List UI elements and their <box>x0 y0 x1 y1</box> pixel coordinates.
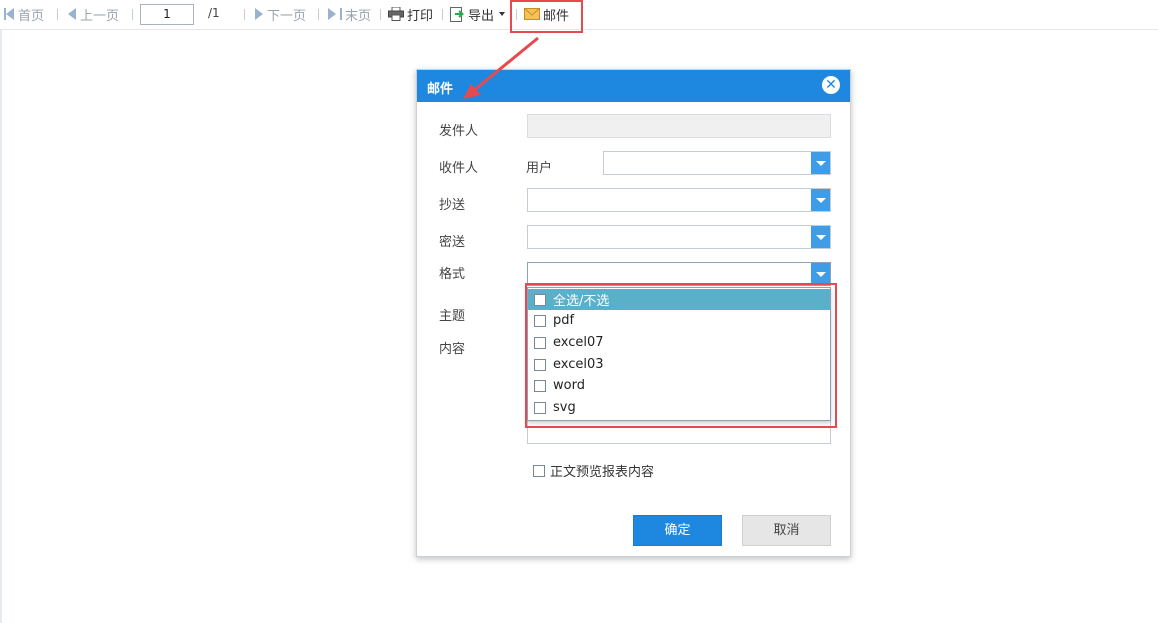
recipient-type-label: 用户 <box>526 161 553 176</box>
toolbar-separator <box>318 9 319 20</box>
toolbar-separator <box>132 9 133 20</box>
mail-button-highlight <box>510 0 583 33</box>
next-page-button[interactable]: 下一页 <box>255 4 306 24</box>
last-page-icon <box>328 8 336 20</box>
format-label: 格式 <box>439 267 466 282</box>
sender-field <box>527 114 831 138</box>
toolbar-separator <box>442 9 443 20</box>
preview-option[interactable]: 正文预览报表内容 <box>533 461 654 480</box>
page-total: /1 <box>208 6 220 20</box>
chevron-down-icon[interactable] <box>811 263 830 285</box>
first-page-icon <box>6 8 14 20</box>
close-icon[interactable]: ✕ <box>822 76 840 94</box>
prev-page-label: 上一页 <box>80 8 120 24</box>
cc-combo[interactable] <box>527 188 831 212</box>
first-page-button[interactable]: 首页 <box>4 4 44 24</box>
chevron-down-icon[interactable] <box>811 152 830 174</box>
print-label: 打印 <box>407 8 434 24</box>
bcc-label: 密送 <box>439 235 466 250</box>
last-page-label: 末页 <box>345 8 372 24</box>
subject-label: 主题 <box>439 309 466 324</box>
last-page-bar-icon <box>340 8 342 20</box>
export-label: 导出 <box>468 8 495 24</box>
preview-label: 正文预览报表内容 <box>550 465 655 480</box>
chevron-down-icon[interactable] <box>811 189 830 211</box>
last-page-button[interactable]: 末页 <box>328 4 371 24</box>
first-page-label: 首页 <box>18 8 45 24</box>
mail-dialog: 邮件 ✕ 发件人 收件人 用户 抄送 密送 格式 主题 内容 全选/不选 pdf… <box>416 69 851 557</box>
content-label: 内容 <box>439 342 466 357</box>
print-button[interactable]: 打印 <box>388 4 433 24</box>
toolbar-separator <box>244 9 245 20</box>
toolbar-separator <box>57 9 58 20</box>
printer-icon <box>388 6 404 21</box>
confirm-button[interactable]: 确定 <box>633 515 722 546</box>
toolbar-separator <box>380 9 381 20</box>
prev-page-button[interactable]: 上一页 <box>68 4 119 24</box>
recipient-label: 收件人 <box>439 161 479 176</box>
export-icon <box>450 6 465 22</box>
next-page-label: 下一页 <box>267 8 307 24</box>
cancel-button[interactable]: 取消 <box>742 515 831 546</box>
dropdown-highlight <box>525 283 837 428</box>
chevron-down-icon <box>499 12 506 16</box>
cc-label: 抄送 <box>439 198 466 213</box>
page-number-input[interactable] <box>140 4 194 25</box>
sender-label: 发件人 <box>439 124 479 139</box>
bcc-combo[interactable] <box>527 225 831 249</box>
dialog-header: 邮件 ✕ <box>417 70 850 102</box>
chevron-down-icon[interactable] <box>811 226 830 248</box>
dialog-title: 邮件 <box>427 82 454 97</box>
recipient-combo[interactable] <box>603 151 831 175</box>
next-page-icon <box>255 8 263 20</box>
checkbox[interactable] <box>533 464 545 477</box>
export-button[interactable]: 导出 <box>450 4 506 24</box>
page-left-border <box>0 0 2 623</box>
prev-page-icon <box>68 8 76 20</box>
